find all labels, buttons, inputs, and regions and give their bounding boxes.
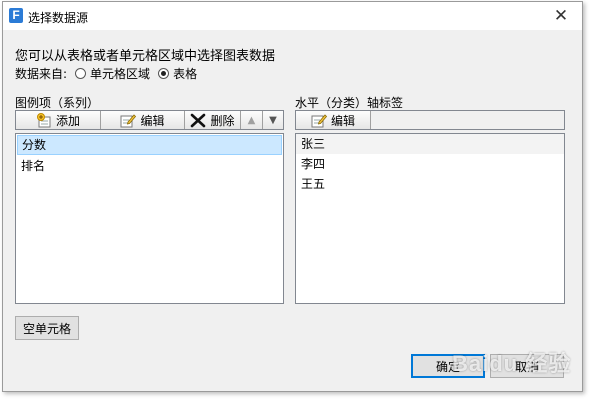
arrow-up-icon: ▲ <box>247 114 256 126</box>
add-series-label: 添加 <box>55 113 80 128</box>
legend-series-list[interactable]: 分数 排名 <box>15 133 284 304</box>
radio-cell-range[interactable] <box>75 68 87 79</box>
list-item[interactable]: 王五 <box>296 174 564 194</box>
radio-cell-range-label[interactable]: 单元格区域 <box>90 65 150 82</box>
dialog-title: 选择数据源 <box>28 11 89 25</box>
instruction-text: 您可以从表格或者单元格区域中选择图表数据 <box>15 49 276 64</box>
axis-toolbar: 编辑 <box>295 110 565 130</box>
empty-cells-button[interactable]: 空单元格 <box>15 316 79 340</box>
ok-button[interactable]: 确定 <box>411 354 485 378</box>
edit-icon <box>311 113 327 127</box>
edit-series-button[interactable]: 编辑 <box>101 111 185 129</box>
edit-series-label: 编辑 <box>140 113 165 128</box>
axis-labels-list[interactable]: 张三 李四 王五 <box>295 133 565 304</box>
move-up-button[interactable]: ▲ <box>241 111 263 129</box>
edit-axis-labels-button[interactable]: 编辑 <box>296 111 371 129</box>
add-series-button[interactable]: 添加 <box>16 111 101 129</box>
delete-series-label: 删除 <box>210 113 235 128</box>
delete-series-button[interactable]: 删除 <box>185 111 241 129</box>
list-item[interactable]: 分数 <box>17 135 282 155</box>
title-bar: F 选择数据源 ✕ <box>3 2 582 30</box>
arrow-down-icon: ▼ <box>269 114 277 126</box>
radio-table-label[interactable]: 表格 <box>173 65 197 82</box>
list-item[interactable]: 李四 <box>296 154 564 174</box>
edit-axis-labels-label: 编辑 <box>330 113 355 128</box>
data-source-row: 数据来自: 单元格区域 表格 <box>15 65 197 82</box>
legend-toolbar: 添加 编辑 删除 ▲ ▼ <box>15 110 284 130</box>
delete-icon <box>191 113 206 127</box>
select-data-source-dialog: F 选择数据源 ✕ 您可以从表格或者单元格区域中选择图表数据 数据来自: 单元格… <box>2 1 583 392</box>
list-item[interactable]: 张三 <box>296 134 564 154</box>
close-button[interactable]: ✕ <box>550 5 572 27</box>
radio-table[interactable] <box>158 68 170 79</box>
data-source-label: 数据来自: <box>15 67 68 81</box>
list-item[interactable]: 排名 <box>16 156 283 176</box>
legend-section-label: 图例项（系列） <box>15 96 100 110</box>
edit-icon <box>120 113 137 127</box>
move-down-button[interactable]: ▼ <box>263 111 283 129</box>
app-logo-icon: F <box>9 8 23 23</box>
axis-section-label: 水平（分类）轴标签 <box>295 96 404 110</box>
add-icon <box>36 112 51 127</box>
cancel-button[interactable]: 取消 <box>490 354 564 378</box>
